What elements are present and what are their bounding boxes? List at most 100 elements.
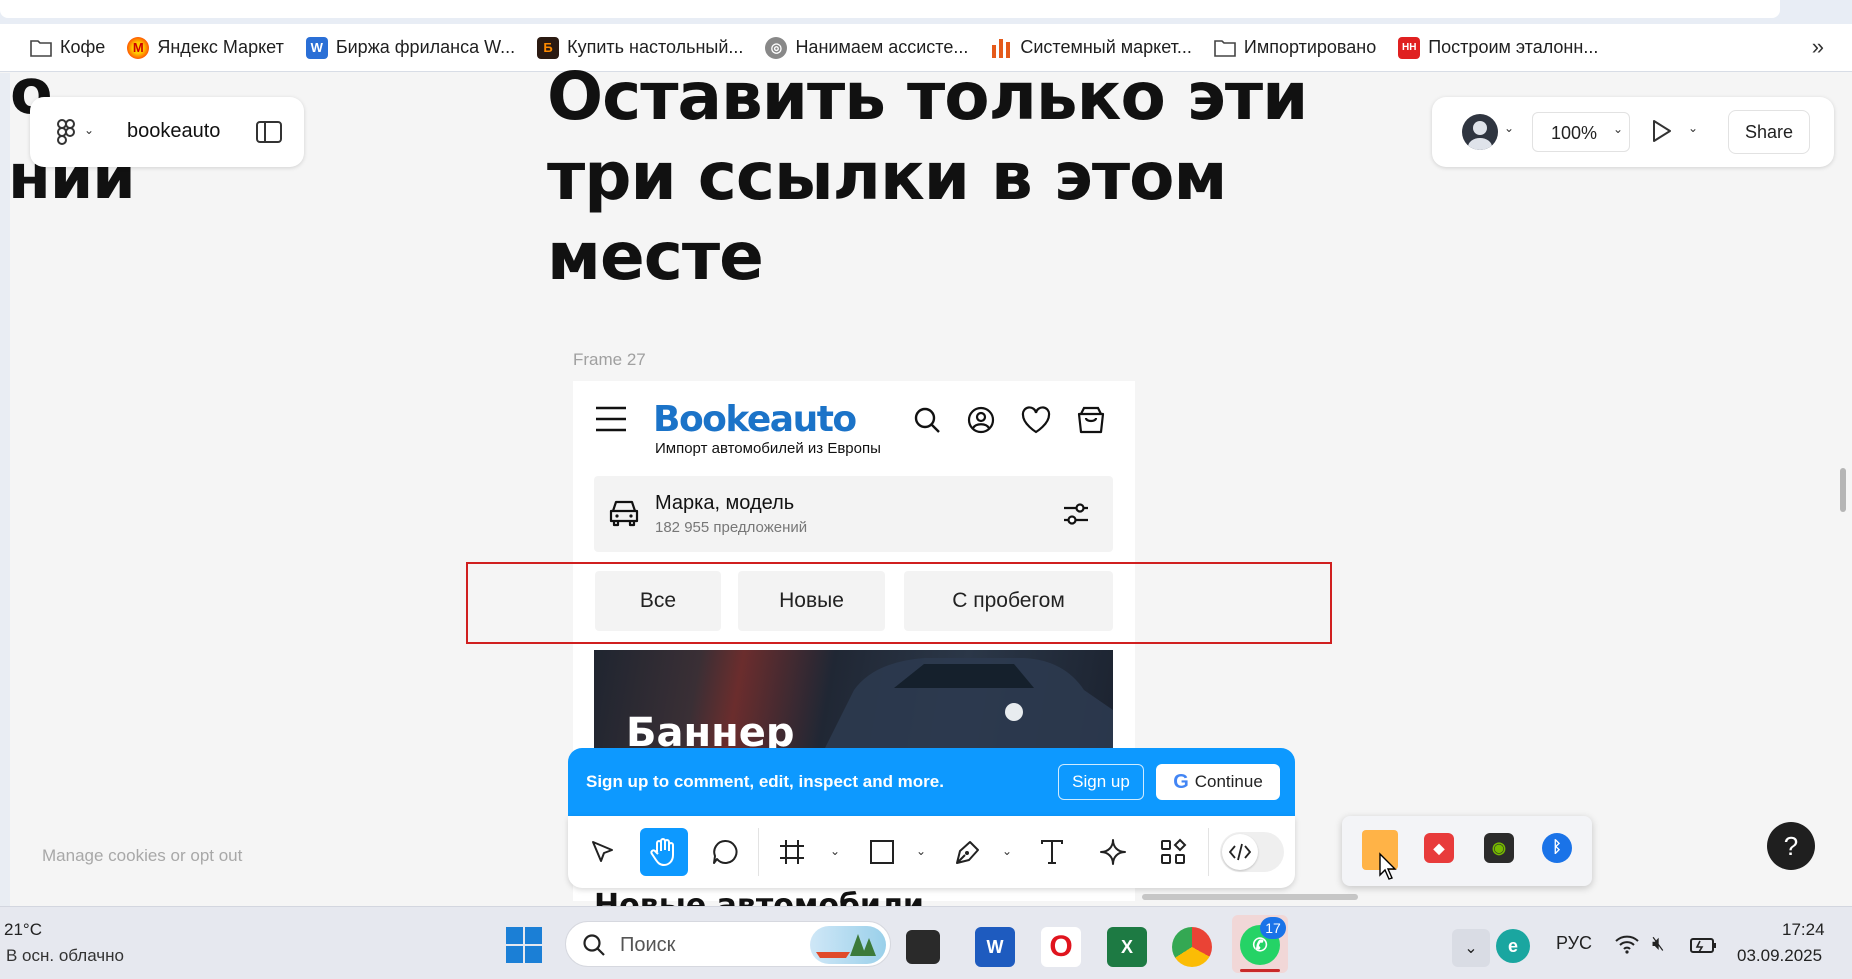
weather-desc[interactable]: В осн. облачно (6, 946, 124, 966)
volume-muted-icon[interactable]: 🔇︎ (1652, 933, 1665, 956)
vertical-scrollbar[interactable] (1840, 468, 1846, 512)
language-indicator[interactable]: РУС (1556, 933, 1592, 954)
heart-icon[interactable] (1021, 406, 1051, 439)
help-button[interactable]: ? (1767, 822, 1815, 870)
horizontal-scrollbar[interactable] (1142, 894, 1358, 900)
weather-temp[interactable]: 21°C (4, 920, 42, 940)
car-search-box[interactable]: Марка, модель 182 955 предложений (594, 476, 1113, 552)
cart-icon[interactable] (1076, 405, 1106, 440)
bookmark-label: Нанимаем ассисте... (795, 37, 969, 57)
battery-icon[interactable] (1690, 935, 1718, 960)
bookmark-importirovano[interactable]: Импортировано (1214, 37, 1376, 59)
pen-icon (956, 841, 979, 864)
actions-tool[interactable] (1089, 828, 1137, 876)
toolbar-divider (758, 828, 759, 876)
bars-icon (990, 37, 1012, 59)
bookmark-postroim[interactable]: HH Построим эталонн... (1398, 36, 1599, 59)
search-icon[interactable] (913, 406, 941, 439)
opera-icon[interactable]: O (1041, 927, 1081, 967)
banner-image[interactable]: Баннер (594, 650, 1113, 750)
continue-google-button[interactable]: G Continue (1156, 764, 1280, 800)
zoom-control[interactable]: 100% ⌄ (1532, 112, 1630, 152)
move-tool[interactable] (579, 828, 627, 876)
google-icon: G (1173, 770, 1189, 793)
clock-time[interactable]: 17:24 (1782, 920, 1825, 940)
signup-button[interactable]: Sign up (1058, 764, 1144, 800)
bookmark-freelance-w[interactable]: W Биржа фриланса W... (305, 36, 515, 59)
share-button[interactable]: Share (1728, 110, 1810, 154)
signup-banner: Sign up to comment, edit, inspect and mo… (568, 748, 1295, 816)
text-icon (1041, 840, 1063, 864)
hh-icon: HH (1398, 36, 1421, 59)
task-view-icon[interactable] (906, 930, 940, 964)
chevron-down-icon[interactable]: ⌄ (1002, 844, 1012, 858)
folder-icon (1214, 37, 1236, 59)
search-highlight-image (810, 926, 886, 964)
site-logo[interactable]: Bookeauto (653, 399, 857, 440)
hand-tool[interactable] (640, 828, 688, 876)
figma-file-panel: ⌄ bookeauto (30, 97, 304, 167)
wifi-icon[interactable] (1614, 933, 1640, 960)
chevron-down-icon[interactable]: ⌄ (1504, 121, 1514, 135)
search-icon (582, 933, 606, 962)
file-name[interactable]: bookeauto (127, 120, 220, 143)
browser-top-strip (0, 0, 1852, 24)
sidebar-toggle-icon[interactable] (256, 121, 282, 148)
whatsapp-taskbar-item[interactable]: ✆ 17 (1232, 915, 1288, 973)
bookmark-sistemny[interactable]: Системный маркет... (990, 37, 1192, 59)
nvidia-icon[interactable]: ◉ (1484, 833, 1514, 863)
toolbar-divider (1208, 828, 1209, 876)
chevron-down-icon[interactable]: ⌄ (1688, 121, 1698, 135)
next-section-heading: Новые автомобили (594, 888, 924, 908)
chevron-up-icon[interactable]: ⌄ (1452, 929, 1490, 967)
site-tagline: Импорт автомобилей из Европы (655, 440, 881, 457)
frame-tool[interactable] (768, 828, 816, 876)
excel-icon[interactable]: X (1107, 927, 1147, 967)
play-icon[interactable] (1650, 119, 1672, 148)
rectangle-tool[interactable] (858, 828, 906, 876)
assets-tool[interactable] (1149, 828, 1197, 876)
bookmark-label: Кофе (60, 37, 106, 57)
bookmark-yandex-market[interactable]: M Яндекс Маркет (127, 36, 284, 59)
filter-icon[interactable] (1062, 500, 1090, 533)
address-bar[interactable] (0, 0, 1780, 18)
chevron-down-icon[interactable]: ⌄ (830, 844, 840, 858)
bookmarks-more-button[interactable]: » (1812, 34, 1824, 60)
clock-date[interactable]: 03.09.2025 (1737, 946, 1822, 966)
figma-logo-icon[interactable] (56, 119, 76, 152)
search-count: 182 955 предложений (655, 519, 808, 536)
windows-start-icon[interactable] (506, 927, 542, 968)
rectangle-icon (870, 840, 894, 864)
car-icon (608, 498, 640, 533)
chevron-down-icon[interactable]: ⌄ (916, 844, 926, 858)
tray-overflow-popup: ◆ ◉ ᛒ (1342, 816, 1592, 886)
bookmark-label: Системный маркет... (1020, 37, 1192, 57)
frame-label[interactable]: Frame 27 (573, 350, 646, 370)
heading-line-3: месте (547, 218, 764, 295)
cookies-link[interactable]: Manage cookies or opt out (42, 846, 242, 866)
continue-label: Continue (1194, 772, 1263, 791)
taskbar-search[interactable]: Поиск (565, 921, 891, 967)
bluetooth-icon[interactable]: ᛒ (1542, 833, 1572, 863)
text-tool[interactable] (1028, 828, 1076, 876)
bookmark-nanimaem[interactable]: ◎ Нанимаем ассисте... (765, 36, 969, 59)
comment-tool[interactable] (701, 828, 749, 876)
pen-tool[interactable] (944, 828, 992, 876)
components-icon (1161, 838, 1187, 864)
bookmark-label: Построим эталонн... (1428, 37, 1599, 57)
chrome-icon[interactable] (1172, 927, 1212, 967)
menu-icon[interactable] (595, 406, 627, 437)
anydesk-icon[interactable]: ◆ (1424, 833, 1454, 863)
bookmark-kupit[interactable]: Б Купить настольный... (537, 36, 743, 59)
search-title: Марка, модель (655, 492, 795, 514)
code-icon (1222, 834, 1258, 870)
word-icon[interactable]: W (975, 927, 1015, 967)
chevron-down-icon[interactable]: ⌄ (84, 123, 94, 137)
edge-icon[interactable]: e (1496, 929, 1530, 963)
dev-mode-toggle[interactable] (1220, 832, 1284, 872)
avatar[interactable] (1462, 114, 1498, 150)
yandex-market-icon: M (127, 36, 150, 59)
search-placeholder: Поиск (620, 934, 676, 956)
hand-icon (650, 838, 674, 866)
profile-icon[interactable] (967, 406, 995, 439)
